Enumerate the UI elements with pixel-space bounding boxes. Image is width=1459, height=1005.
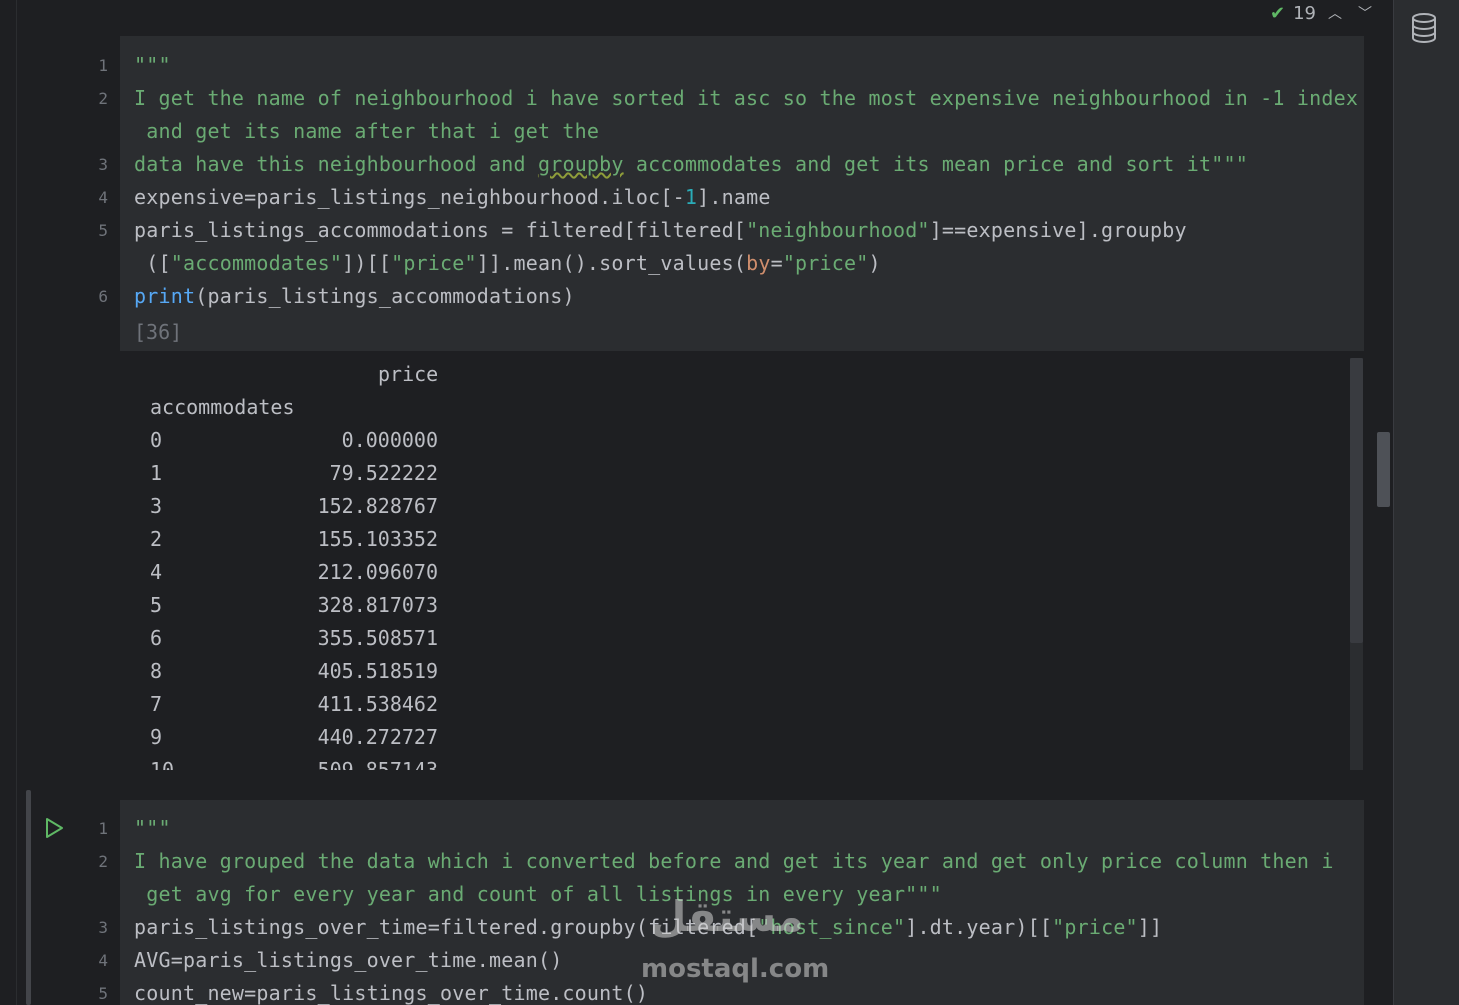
right-tool-strip [1393, 0, 1459, 1005]
code-line[interactable]: I get the name of neighbourhood i have s… [134, 86, 1358, 110]
line-number: 5 [98, 221, 108, 240]
code-text: ].dt.year)[[ [905, 915, 1053, 939]
output-row-value: 328.817073 [317, 593, 438, 617]
editor-scrollbar-thumb[interactable] [1377, 432, 1390, 507]
output-row-value: 509.857143 [317, 758, 438, 770]
code-text: ]].mean().sort_values( [476, 251, 747, 275]
inspection-toolbar: ✔ 19 ︿ ﹀ [1270, 0, 1376, 26]
run-cell-icon[interactable] [42, 816, 66, 840]
code-text: ])[[ [342, 251, 392, 275]
code-line[interactable]: paris_listings_accommodations = filtered… [134, 218, 1187, 242]
code-line[interactable]: """ [134, 53, 171, 77]
output-row-value: 152.828767 [317, 494, 438, 518]
cell-output: price accommodates 0 0.000000 1 79.522222 3 1… [120, 360, 1350, 770]
number-literal: 1 [684, 185, 698, 209]
watermark-latin-text: mostaql.com [641, 954, 830, 984]
watermark-arabic-text: مستقل [650, 892, 804, 941]
code-line[interactable]: AVG=paris_listings_over_time.mean() [134, 948, 562, 972]
active-cell-indicator [26, 790, 31, 1005]
code-line[interactable]: expensive=paris_listings_neighbourhood.i… [134, 185, 771, 209]
output-index-name: accommodates [150, 395, 295, 419]
code-text: ]] [1137, 915, 1163, 939]
spelling-warning-word[interactable]: groupby [538, 152, 624, 176]
builtin-function: print [134, 284, 196, 308]
code-text: ].name [697, 185, 771, 209]
code-text: ) [868, 251, 881, 275]
line-number: 3 [98, 155, 108, 174]
output-row-value: 405.518519 [317, 659, 438, 683]
keyword-argument: by [746, 251, 771, 275]
chevron-down-icon[interactable]: ﹀ [1354, 3, 1376, 23]
output-row-value: 212.096070 [317, 560, 438, 584]
line-number: 4 [98, 188, 108, 207]
line-number: 1 [98, 56, 108, 75]
code-line[interactable]: (["accommodates"])[["price"]].mean().sor… [134, 251, 881, 275]
code-text: paris_listings_accommodations = filtered… [134, 218, 747, 242]
code-line[interactable]: count_new=paris_listings_over_time.count… [134, 981, 648, 1005]
output-column-header: price [378, 362, 439, 386]
code-line[interactable]: """ [134, 816, 171, 840]
code-line[interactable]: print(paris_listings_accommodations) [134, 284, 575, 308]
code-text: ]==expensive].groupby [929, 218, 1187, 242]
check-icon[interactable]: ✔ [1270, 3, 1285, 24]
string-literal: "neighbourhood" [746, 218, 930, 242]
line-number: 2 [98, 852, 108, 871]
code-line[interactable]: and get its name after that i get the [134, 119, 599, 143]
string-literal: "accommodates" [170, 251, 343, 275]
output-scrollbar-thumb[interactable] [1350, 358, 1363, 643]
string-literal: "price" [1052, 915, 1138, 939]
inspection-count[interactable]: 19 [1293, 3, 1316, 24]
line-number: 5 [98, 984, 108, 1003]
line-number: 6 [98, 287, 108, 306]
code-text: = [770, 251, 783, 275]
code-text: expensive=paris_listings_neighbourhood.i… [134, 185, 685, 209]
output-row-value: 411.538462 [317, 692, 438, 716]
chevron-up-icon[interactable]: ︿ [1324, 3, 1346, 23]
code-line[interactable]: data have this neighbourhood and groupby… [134, 152, 1248, 176]
code-line[interactable]: I have grouped the data which i converte… [134, 849, 1334, 873]
line-number: 1 [98, 819, 108, 838]
code-text: ([ [134, 251, 171, 275]
string-literal: "price" [782, 251, 869, 275]
output-row-value: 0.000000 [341, 428, 438, 452]
output-row-value: 355.508571 [317, 626, 438, 650]
execution-count: [36] [134, 320, 183, 344]
code-text: (paris_listings_accommodations) [195, 284, 575, 308]
code-text: accommodates and get its mean price and … [623, 152, 1248, 176]
line-number: 4 [98, 951, 108, 970]
line-number: 3 [98, 918, 108, 937]
output-row-value: 440.272727 [317, 725, 438, 749]
code-text: data have this neighbourhood and [134, 152, 538, 176]
database-icon[interactable] [1410, 12, 1438, 44]
left-gutter-strip [0, 0, 17, 1005]
line-number: 2 [98, 89, 108, 108]
string-literal: "price" [391, 251, 477, 275]
mostaql-watermark: مستقل mostaql.com [638, 892, 838, 992]
output-row-value: 79.522222 [329, 461, 438, 485]
output-row-value: 155.103352 [317, 527, 438, 551]
